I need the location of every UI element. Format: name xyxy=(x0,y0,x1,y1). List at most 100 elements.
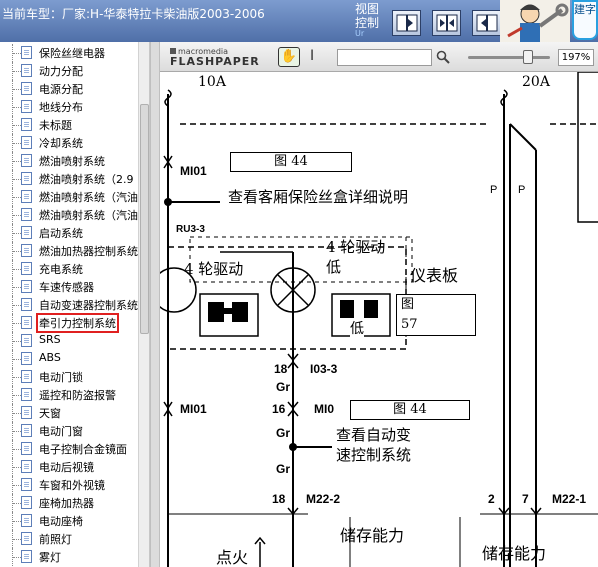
tree-branch-line xyxy=(13,449,21,450)
zoom-slider-thumb[interactable] xyxy=(522,50,533,64)
tree-item[interactable]: 燃油喷射系统（2.9 xyxy=(0,170,138,188)
tree-scrollbar[interactable] xyxy=(138,42,149,567)
zoom-level-field[interactable]: 197% xyxy=(558,49,594,66)
tree-item[interactable]: 车窗和外视镜 xyxy=(0,476,138,494)
tree-item-label: 地线分布 xyxy=(39,101,83,114)
text-select-tool-button[interactable]: I xyxy=(310,48,314,64)
tree-branch-line xyxy=(13,143,21,144)
tree-branch-line xyxy=(13,341,21,342)
tree-item[interactable]: 自动变速器控制系统 xyxy=(0,296,138,314)
tree-branch-line xyxy=(13,485,21,486)
mechanic-mascot-icon xyxy=(500,0,570,42)
label-4wd-high: 4 轮驱动 xyxy=(184,260,244,278)
tree-item[interactable]: 燃油喷射系统（汽油 xyxy=(0,206,138,224)
panel-left-icon xyxy=(476,14,497,32)
search-icon[interactable] xyxy=(436,50,450,64)
tree-item-label: ABS xyxy=(39,351,61,364)
pan-tool-button[interactable]: ✋ xyxy=(278,47,300,67)
document-icon xyxy=(21,82,32,95)
tree-item[interactable]: 天窗 xyxy=(0,404,138,422)
note-auto-transmission-line2[interactable]: 速控制系统 xyxy=(336,444,411,465)
wire-color-p-1: P xyxy=(490,184,498,196)
tree-item[interactable]: 牵引力控制系统 xyxy=(0,313,138,333)
wire-color-gr-1: Gr xyxy=(276,380,291,394)
tree-item[interactable]: 电源分配 xyxy=(0,80,138,98)
tree-item[interactable]: 电动门锁 xyxy=(0,368,138,386)
wire-color-gr-3: Gr xyxy=(276,462,291,476)
tree-item-label: 雾灯 xyxy=(39,551,61,564)
tree-item[interactable]: 燃油喷射系统 xyxy=(0,152,138,170)
tree-item[interactable]: 冷却系统 xyxy=(0,134,138,152)
document-icon xyxy=(21,550,32,563)
tree-branch-line xyxy=(13,467,21,468)
tree-item[interactable]: 雾灯 xyxy=(0,548,138,566)
view-split-button[interactable] xyxy=(432,10,461,36)
tree-item-label: 燃油加热器控制系统 xyxy=(39,245,138,258)
tree-item-label: 电动座椅 xyxy=(39,515,83,528)
tree-item[interactable]: 座椅加热器 xyxy=(0,494,138,512)
document-icon xyxy=(21,406,32,419)
tree-scrollbar-thumb[interactable] xyxy=(140,104,149,334)
tree-item[interactable]: 启动系统 xyxy=(0,224,138,242)
document-icon xyxy=(21,226,32,239)
label-instrument-cluster: 仪表板 xyxy=(410,266,459,285)
view-control-label: 视图 控制 Ur xyxy=(355,2,380,38)
pane-splitter[interactable] xyxy=(150,42,160,567)
fuse-left-rating: 10A xyxy=(198,74,226,90)
figure-reference-57[interactable]: 图 57 xyxy=(396,294,476,336)
tree-item-label: 充电系统 xyxy=(39,263,83,276)
wiring-diagram[interactable]: 10A 20A MI01 图 44 查看客厢保险丝盒详细说明 RU3-3 4 轮… xyxy=(160,72,598,567)
tree-item[interactable]: 车速传感器 xyxy=(0,278,138,296)
tree-item[interactable]: 充电系统 xyxy=(0,260,138,278)
tree-branch-line xyxy=(13,215,21,216)
tree-item[interactable]: SRS xyxy=(0,332,138,350)
tree-item[interactable]: 动力分配 xyxy=(0,62,138,80)
tree-item[interactable]: 电动后视镜 xyxy=(0,458,138,476)
view-left-panel-button[interactable] xyxy=(472,10,501,36)
tree-item[interactable]: 电动门窗 xyxy=(0,422,138,440)
document-icon xyxy=(21,514,32,527)
tree-item[interactable]: 燃油喷射系统（汽油 xyxy=(0,188,138,206)
tree-item[interactable]: 电子控制合金镜面 xyxy=(0,440,138,458)
note-auto-transmission-line1[interactable]: 查看自动变 xyxy=(336,424,411,445)
tree-item-label: 天窗 xyxy=(39,407,61,420)
tree-item[interactable]: ABS xyxy=(0,350,138,368)
document-icon xyxy=(21,46,32,59)
tree-item[interactable]: 地线分布 xyxy=(0,98,138,116)
pin-7: 7 xyxy=(522,492,529,506)
zoom-slider-track[interactable] xyxy=(468,56,550,59)
connector-mi01-top: MI01 xyxy=(180,164,207,178)
connector-i03-3: I03-3 xyxy=(310,362,338,376)
tree-item[interactable]: 前照灯 xyxy=(0,530,138,548)
tree-item[interactable]: 电动座椅 xyxy=(0,512,138,530)
fuse-right-rating: 20A xyxy=(522,74,550,90)
connector-mi01-bottom: MI01 xyxy=(180,402,207,416)
tree-item[interactable]: 遥控和防盗报警 xyxy=(0,386,138,404)
tree-branch-line xyxy=(13,161,21,162)
document-icon xyxy=(21,100,32,113)
tree-branch-line xyxy=(13,107,21,108)
document-icon xyxy=(21,460,32,473)
tree-item-label: 车窗和外视镜 xyxy=(39,479,105,492)
search-input[interactable] xyxy=(337,49,432,66)
tree-item-label: 前照灯 xyxy=(39,533,72,546)
document-icon xyxy=(21,352,32,365)
document-icon xyxy=(21,136,32,149)
split-view-icon xyxy=(436,14,457,32)
document-icon xyxy=(21,496,32,509)
pin-18-top: 18 xyxy=(274,362,288,376)
document-icon xyxy=(21,280,32,293)
figure-reference-44-bottom[interactable]: 图 44 xyxy=(350,400,470,420)
top-bar: 当前车型：厂家:H-华泰特拉卡柴油版2003-2006 视图 控制 Ur 建字 xyxy=(0,0,598,42)
tree-item[interactable]: 保险丝继电器 xyxy=(0,44,138,62)
tree-item[interactable]: 未标题 xyxy=(0,116,138,134)
tree-item-label: 牵引力控制系统 xyxy=(36,313,119,333)
view-right-panel-button[interactable] xyxy=(392,10,421,36)
help-tab[interactable]: 建字 xyxy=(572,0,598,40)
tree-branch-line xyxy=(13,89,21,90)
figure-reference-44-top[interactable]: 图 44 xyxy=(230,152,352,172)
tree-branch-line xyxy=(13,71,21,72)
note-fuse-box[interactable]: 查看客厢保险丝盒详细说明 xyxy=(228,186,408,207)
tree-item[interactable]: 燃油加热器控制系统 xyxy=(0,242,138,260)
document-icon xyxy=(21,370,32,383)
